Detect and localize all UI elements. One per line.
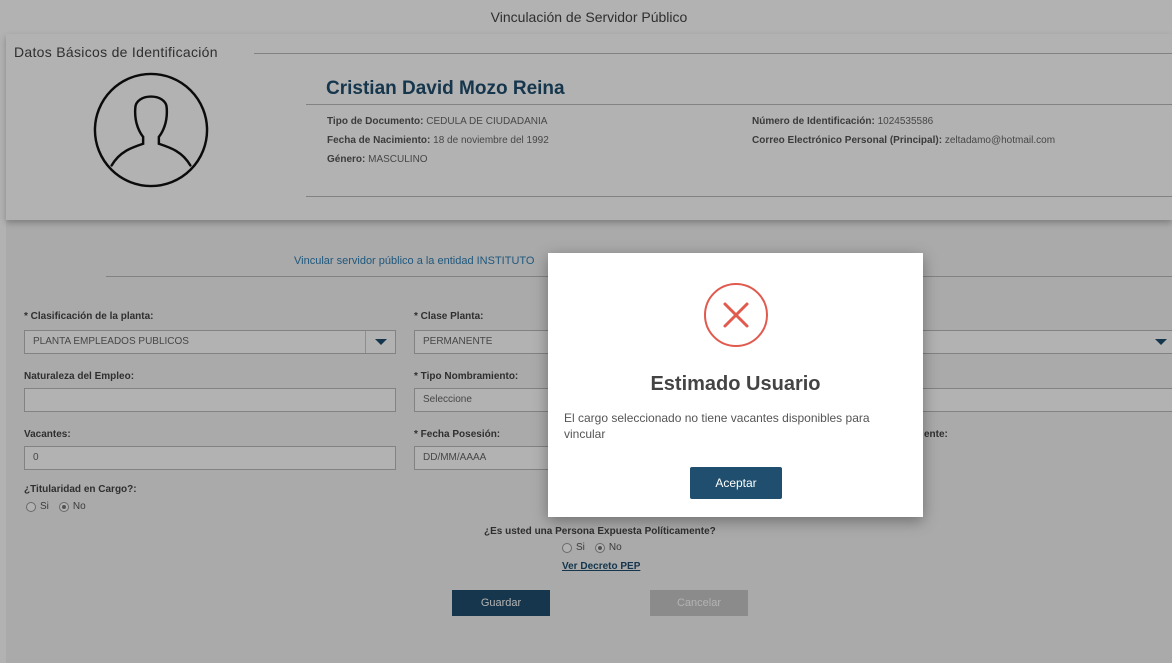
alert-dialog: Estimado Usuario El cargo seleccionado n…	[548, 253, 923, 517]
dialog-message: El cargo seleccionado no tiene vacantes …	[564, 411, 870, 441]
dialog-title: Estimado Usuario	[650, 373, 821, 395]
accept-button[interactable]: Aceptar	[690, 467, 782, 499]
error-x-circle-icon	[704, 283, 768, 347]
